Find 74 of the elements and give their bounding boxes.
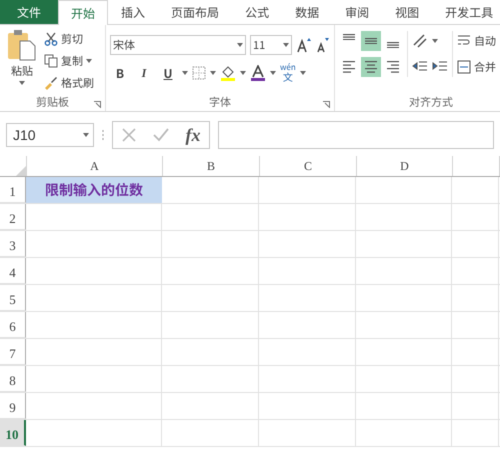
column-header[interactable]: B	[163, 156, 260, 176]
horizontal-align-button[interactable]	[361, 57, 381, 77]
text-orientation-icon[interactable]	[412, 33, 428, 49]
row-header[interactable]: 5	[0, 285, 26, 311]
italic-button[interactable]: I	[134, 63, 154, 83]
ribbon-tab[interactable]: 开发工具	[432, 0, 500, 24]
ribbon-tab[interactable]: 公式	[232, 0, 282, 24]
copy-button[interactable]: 复制	[44, 51, 94, 71]
align-icon	[363, 59, 379, 75]
font-name-field[interactable]: 宋体	[110, 35, 246, 55]
ribbon-tab[interactable]: 文件	[0, 0, 58, 24]
dropdown-arrow-icon[interactable]	[86, 59, 92, 63]
paintbrush-icon	[44, 76, 58, 90]
wrap-text-button[interactable]: 自动	[457, 31, 496, 51]
ribbon-tab[interactable]: 开始	[58, 0, 108, 25]
row-header[interactable]: 3	[0, 231, 26, 257]
copy-icon	[44, 54, 58, 68]
group-label: 字体	[209, 94, 231, 110]
ribbon-tab[interactable]: 数据	[282, 0, 332, 24]
row-header[interactable]: 6	[0, 312, 26, 338]
table-cell: 限制输入的位数	[26, 177, 162, 203]
row-header[interactable]: 8	[0, 366, 26, 392]
dropdown-arrow-icon[interactable]	[182, 71, 188, 75]
name-box[interactable]: J10	[6, 123, 94, 147]
group-label: 对齐方式	[409, 94, 453, 110]
dropdown-arrow-icon[interactable]	[270, 71, 276, 75]
row-header[interactable]: 4	[0, 258, 26, 284]
scissors-icon	[44, 32, 58, 46]
formula-input[interactable]	[218, 121, 494, 149]
align-icon	[387, 42, 399, 48]
border-icon[interactable]	[192, 66, 206, 80]
row-header[interactable]: 9	[0, 393, 26, 419]
insert-function-button[interactable]: fx	[186, 124, 200, 146]
align-icon	[341, 59, 357, 75]
row-header[interactable]: 7	[0, 339, 26, 365]
cut-button[interactable]: 剪切	[44, 29, 94, 49]
font-size-field[interactable]: 11	[250, 35, 292, 55]
group-label: 剪贴板	[36, 94, 69, 110]
dropdown-arrow-icon[interactable]	[432, 39, 438, 43]
dialog-launcher-icon[interactable]	[323, 101, 330, 108]
merge-icon	[457, 60, 471, 74]
dropdown-arrow-icon[interactable]	[300, 71, 306, 75]
dropdown-arrow-icon[interactable]	[210, 71, 216, 75]
row-header[interactable]: 2	[0, 204, 26, 230]
column-header[interactable]: C	[260, 156, 357, 176]
dropdown-arrow-icon[interactable]	[283, 43, 289, 47]
ribbon-tab[interactable]: 插入	[108, 0, 158, 24]
column-header[interactable]: D	[357, 156, 453, 176]
checkmark-icon[interactable]	[152, 128, 168, 142]
dialog-launcher-icon[interactable]	[94, 101, 101, 108]
grow-font-icon[interactable]	[296, 37, 312, 53]
underline-button[interactable]: U	[158, 63, 178, 83]
shrink-font-icon[interactable]	[316, 37, 330, 53]
format-painter-button[interactable]: 格式刷	[44, 73, 94, 93]
dropdown-arrow-icon[interactable]	[19, 81, 25, 85]
dropdown-arrow-icon[interactable]	[237, 43, 243, 47]
ribbon-tab[interactable]: 视图	[382, 0, 432, 24]
merge-button[interactable]: 合并	[457, 57, 496, 77]
align-icon	[385, 59, 401, 75]
bold-button[interactable]: B	[110, 63, 130, 83]
clipboard-icon	[7, 29, 37, 61]
ribbon-tab[interactable]: 审阅	[332, 0, 382, 24]
dropdown-arrow-icon[interactable]	[83, 133, 89, 137]
ribbon-tab[interactable]: 页面布局	[158, 0, 232, 24]
fill-bucket-icon[interactable]	[220, 65, 236, 81]
align-icon	[365, 38, 377, 44]
align-icon	[343, 34, 355, 40]
row-header[interactable]: 10	[0, 420, 26, 446]
font-color-icon[interactable]	[250, 65, 266, 81]
dropdown-arrow-icon[interactable]	[240, 71, 246, 75]
vertical-align-button[interactable]	[361, 31, 381, 51]
paste-button[interactable]: 粘贴	[4, 29, 40, 93]
column-header[interactable]: A	[27, 156, 163, 176]
phonetic-button[interactable]: wén 文	[280, 64, 296, 82]
